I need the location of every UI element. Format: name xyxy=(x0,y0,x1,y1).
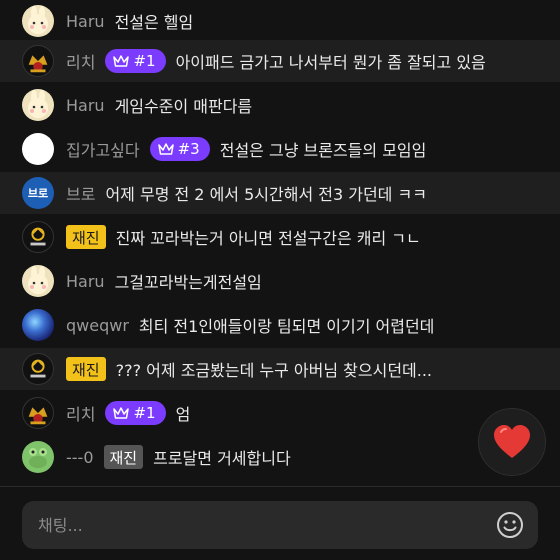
white-circle-avatar[interactable] xyxy=(22,133,54,165)
crown-icon xyxy=(157,143,174,155)
username[interactable]: 리치 xyxy=(66,49,95,73)
username[interactable]: ---0 xyxy=(66,448,94,467)
message-text: 게임수준이 매판다름 xyxy=(114,97,253,116)
frog-avatar[interactable] xyxy=(22,441,54,473)
jaejin-avatar[interactable] xyxy=(22,353,54,385)
chat-message[interactable]: Haru 전설은 헬임 xyxy=(0,0,560,42)
message-text: 전설은 헬임 xyxy=(114,13,194,32)
galaxy-avatar[interactable] xyxy=(22,309,54,341)
chat-message[interactable]: 재진 진짜 꼬라박는거 아니면 전설구간은 캐리 ㄱㄴ xyxy=(0,216,560,258)
chat-message[interactable]: 리치 #1 엄 xyxy=(0,392,560,434)
chat-message[interactable]: qweqwr 최티 전1인애들이랑 팀되면 이기기 어렵던데 xyxy=(0,304,560,346)
jaejin-badge[interactable]: 재진 xyxy=(66,357,106,381)
username[interactable]: qweqwr xyxy=(66,316,129,335)
bunny-avatar[interactable] xyxy=(22,89,54,121)
message-text: 프로달면 거세합니다 xyxy=(153,449,291,468)
username[interactable]: Haru xyxy=(66,12,105,31)
message-text: 어제 무명 전 2 에서 5시간해서 전3 가던데 ㅋㅋ xyxy=(105,185,427,204)
username[interactable]: 브로 xyxy=(66,181,95,205)
rank-badge: #3 xyxy=(149,137,210,161)
message-text: 아이패드 금가고 나서부터 뭔가 좀 잘되고 있음 xyxy=(175,53,486,72)
blue-avatar[interactable]: 브로 xyxy=(22,177,54,209)
message-text: 엄 xyxy=(175,405,191,424)
crown-icon xyxy=(113,55,130,67)
username[interactable]: 집가고싶다 xyxy=(66,137,140,161)
chat-message[interactable]: ---0 재진 프로달면 거세합니다 xyxy=(0,436,560,478)
rank-badge: #1 xyxy=(105,401,166,425)
chat-input-box[interactable] xyxy=(22,501,538,549)
username[interactable]: Haru xyxy=(66,96,105,115)
jaejin-badge[interactable]: 재진 xyxy=(66,225,106,249)
crown-icon xyxy=(113,407,130,419)
chat-input-bar xyxy=(0,486,560,560)
jaejin-badge[interactable]: 재진 xyxy=(103,445,144,469)
chat-message[interactable]: 리치 #1 아이패드 금가고 나서부터 뭔가 좀 잘되고 있음 xyxy=(0,40,560,82)
rank-label: #1 xyxy=(133,404,156,422)
rank-label: #1 xyxy=(133,52,156,70)
rank-badge: #1 xyxy=(105,49,166,73)
message-text: 전설은 그냥 브론즈들의 모임임 xyxy=(219,141,427,160)
bunny-avatar[interactable] xyxy=(22,265,54,297)
chat-message[interactable]: 집가고싶다 #3 전설은 그냥 브론즈들의 모임임 xyxy=(0,128,560,170)
jaejin-avatar[interactable] xyxy=(22,221,54,253)
message-text: ??? 어제 조금봤는데 누구 아버님 찾으시던데... xyxy=(115,361,433,380)
message-text: 진짜 꼬라박는거 아니면 전설구간은 캐리 ㄱㄴ xyxy=(115,229,421,248)
chat-input[interactable] xyxy=(22,514,490,536)
chat-message[interactable]: 브로 브로 어제 무명 전 2 에서 5시간해서 전3 가던데 ㅋㅋ xyxy=(0,172,560,214)
message-text: 그걸꼬라박는게전설임 xyxy=(114,273,262,292)
chat-message[interactable]: Haru 그걸꼬라박는게전설임 xyxy=(0,260,560,302)
chat-message[interactable]: 재진 ??? 어제 조금봤는데 누구 아버님 찾으시던데... xyxy=(0,348,560,390)
username[interactable]: Haru xyxy=(66,272,105,291)
avatar-text: 브로 xyxy=(27,187,49,200)
lich-avatar[interactable] xyxy=(22,45,54,77)
heart-icon xyxy=(494,425,530,458)
lich-avatar[interactable] xyxy=(22,397,54,429)
emoji-button[interactable] xyxy=(490,505,530,545)
heart-button[interactable] xyxy=(478,408,546,476)
rank-label: #3 xyxy=(177,140,200,158)
smiley-icon xyxy=(497,512,523,538)
message-text: 최티 전1인애들이랑 팀되면 이기기 어렵던데 xyxy=(138,317,435,336)
chat-message[interactable]: Haru 게임수준이 매판다름 xyxy=(0,84,560,126)
bunny-avatar[interactable] xyxy=(22,5,54,37)
username[interactable]: 리치 xyxy=(66,401,95,425)
